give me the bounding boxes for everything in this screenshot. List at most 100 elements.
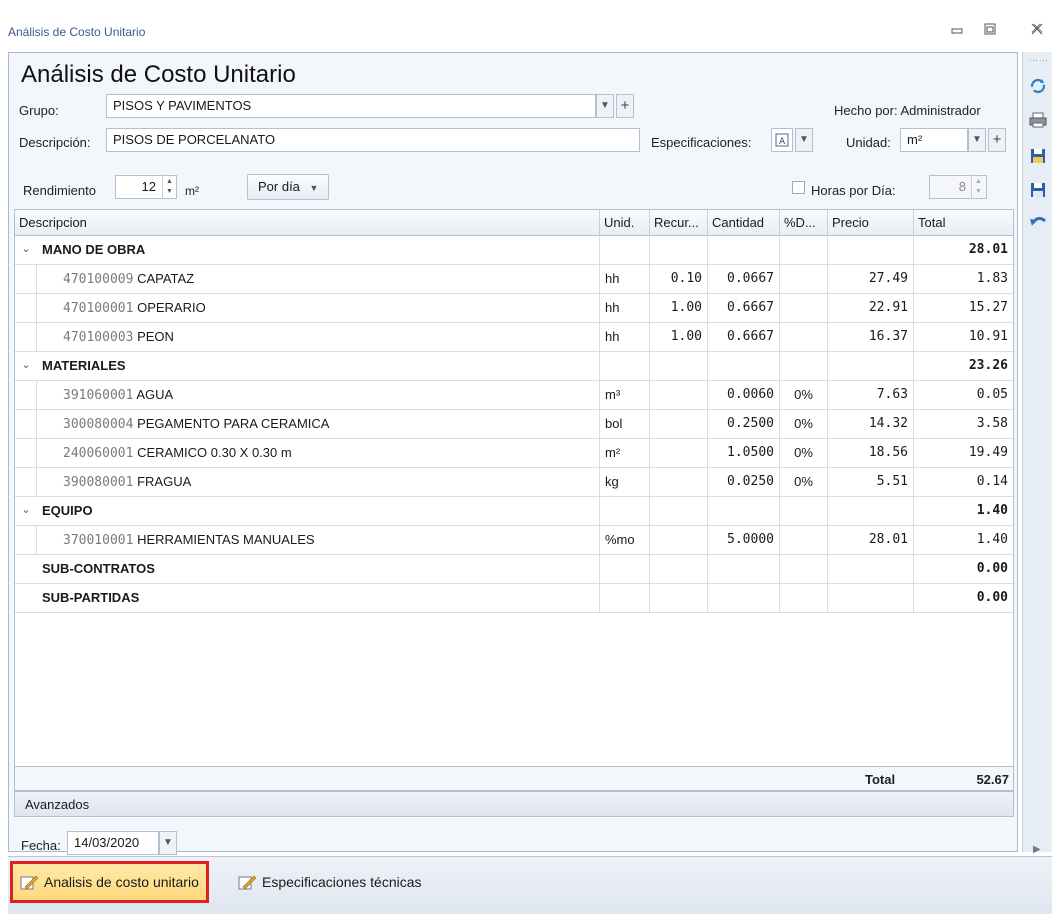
item-unit[interactable]: hh: [600, 265, 650, 293]
group-cell-recur[interactable]: [650, 555, 708, 583]
item-unit[interactable]: m²: [600, 439, 650, 467]
group-cell-unit[interactable]: [600, 236, 650, 264]
group-cell-pct[interactable]: [780, 236, 828, 264]
item-unit[interactable]: m³: [600, 381, 650, 409]
tab-analisis-costo-unitario[interactable]: Analisis de costo unitario: [10, 861, 209, 903]
item-cant[interactable]: 0.6667: [708, 294, 780, 322]
item-precio[interactable]: 16.37: [828, 323, 914, 351]
item-recur[interactable]: [650, 381, 708, 409]
minimize-button[interactable]: [948, 22, 966, 40]
group-name[interactable]: MATERIALES: [37, 352, 600, 380]
restore-button[interactable]: [981, 22, 999, 40]
item-cant[interactable]: 1.0500: [708, 439, 780, 467]
close-button[interactable]: [1028, 22, 1046, 40]
table-row[interactable]: 470100009 CAPATAZ hh 0.10 0.0667 27.49 1.83: [15, 265, 1013, 294]
item-cant[interactable]: 0.6667: [708, 323, 780, 351]
item-unit[interactable]: kg: [600, 468, 650, 496]
item-total[interactable]: 15.27: [914, 294, 1013, 322]
group-row[interactable]: ⌄ MANO DE OBRA 28.01: [15, 236, 1013, 265]
item-pct[interactable]: 0%: [780, 439, 828, 467]
item-description[interactable]: 390080001 FRAGUA: [37, 468, 600, 496]
col-total[interactable]: Total: [914, 210, 1013, 236]
item-precio[interactable]: 5.51: [828, 468, 914, 496]
col-descuento[interactable]: %D...: [780, 210, 828, 236]
group-cell-pct[interactable]: [780, 497, 828, 525]
item-description[interactable]: 470100009 CAPATAZ: [37, 265, 600, 293]
item-total[interactable]: 0.14: [914, 468, 1013, 496]
group-cell-cant[interactable]: [708, 555, 780, 583]
print-button[interactable]: [1028, 110, 1048, 130]
col-cantidad[interactable]: Cantidad: [708, 210, 780, 236]
col-precio[interactable]: Precio: [828, 210, 914, 236]
item-recur[interactable]: [650, 439, 708, 467]
group-total[interactable]: 23.26: [914, 352, 1013, 380]
group-cell-recur[interactable]: [650, 352, 708, 380]
grupo-field[interactable]: PISOS Y PAVIMENTOS: [106, 94, 596, 118]
group-cell-pct[interactable]: [780, 584, 828, 612]
item-total[interactable]: 3.58: [914, 410, 1013, 438]
group-cell-precio[interactable]: [828, 555, 914, 583]
item-description[interactable]: 300080004 PEGAMENTO PARA CERAMICA: [37, 410, 600, 438]
grupo-dropdown-button[interactable]: ▼: [596, 94, 614, 118]
item-cant[interactable]: 0.0060: [708, 381, 780, 409]
group-cell-unit[interactable]: [600, 555, 650, 583]
chevron-down-icon[interactable]: ⌄: [19, 242, 33, 256]
group-row[interactable]: ⌄ EQUIPO 1.40: [15, 497, 1013, 526]
group-cell-pct[interactable]: [780, 352, 828, 380]
col-unid[interactable]: Unid.: [600, 210, 650, 236]
group-cell-pct[interactable]: [780, 555, 828, 583]
fecha-input[interactable]: 14/03/2020: [67, 831, 159, 855]
toolbar-expand-icon[interactable]: ▶: [1033, 844, 1041, 855]
item-cant[interactable]: 0.0250: [708, 468, 780, 496]
item-unit[interactable]: %mo: [600, 526, 650, 554]
table-row[interactable]: 390080001 FRAGUA kg 0.0250 0% 5.51 0.14: [15, 468, 1013, 497]
avanzados-header[interactable]: Avanzados: [14, 791, 1014, 817]
item-recur[interactable]: 1.00: [650, 323, 708, 351]
item-description[interactable]: 391060001 AGUA: [37, 381, 600, 409]
item-precio[interactable]: 22.91: [828, 294, 914, 322]
group-row[interactable]: SUB-CONTRATOS 0.00: [15, 555, 1013, 584]
item-recur[interactable]: 1.00: [650, 294, 708, 322]
group-cell-precio[interactable]: [828, 584, 914, 612]
item-pct[interactable]: 0%: [780, 381, 828, 409]
grupo-add-button[interactable]: +: [616, 94, 634, 118]
item-precio[interactable]: 14.32: [828, 410, 914, 438]
group-total[interactable]: 28.01: [914, 236, 1013, 264]
group-cell-cant[interactable]: [708, 497, 780, 525]
item-total[interactable]: 1.83: [914, 265, 1013, 293]
item-description[interactable]: 370010001 HERRAMIENTAS MANUALES: [37, 526, 600, 554]
item-unit[interactable]: hh: [600, 294, 650, 322]
item-description[interactable]: 240060001 CERAMICO 0.30 X 0.30 m: [37, 439, 600, 467]
item-total[interactable]: 0.05: [914, 381, 1013, 409]
descripcion-field[interactable]: PISOS DE PORCELANATO: [106, 128, 640, 152]
group-cell-cant[interactable]: [708, 352, 780, 380]
tab-especificaciones-tecnicas[interactable]: Especificaciones técnicas: [230, 863, 430, 901]
group-row[interactable]: SUB-PARTIDAS 0.00: [15, 584, 1013, 613]
save-as-button[interactable]: [1028, 146, 1048, 166]
item-pct[interactable]: [780, 526, 828, 554]
item-pct[interactable]: [780, 265, 828, 293]
unidad-add-button[interactable]: +: [988, 128, 1006, 152]
group-name[interactable]: MANO DE OBRA: [37, 236, 600, 264]
undo-button[interactable]: [1028, 212, 1048, 232]
table-row[interactable]: 470100001 OPERARIO hh 1.00 0.6667 22.91 15.27: [15, 294, 1013, 323]
item-precio[interactable]: 18.56: [828, 439, 914, 467]
item-pct[interactable]: [780, 323, 828, 351]
group-cell-unit[interactable]: [600, 584, 650, 612]
refresh-button[interactable]: [1028, 76, 1048, 96]
table-row[interactable]: 470100003 PEON hh 1.00 0.6667 16.37 10.91: [15, 323, 1013, 352]
group-cell-recur[interactable]: [650, 236, 708, 264]
table-row[interactable]: 240060001 CERAMICO 0.30 X 0.30 m m² 1.0500…: [15, 439, 1013, 468]
group-cell-recur[interactable]: [650, 497, 708, 525]
group-cell-precio[interactable]: [828, 236, 914, 264]
periodo-dropdown[interactable]: Por día ▼: [247, 174, 330, 200]
item-recur[interactable]: [650, 468, 708, 496]
item-description[interactable]: 470100001 OPERARIO: [37, 294, 600, 322]
group-row[interactable]: ⌄ MATERIALES 23.26: [15, 352, 1013, 381]
unidad-dropdown-button[interactable]: ▼: [968, 128, 986, 152]
save-button[interactable]: [1028, 180, 1048, 200]
item-total[interactable]: 1.40: [914, 526, 1013, 554]
horas-spinner-icon[interactable]: ▲ ▼: [971, 175, 985, 199]
item-cant[interactable]: 5.0000: [708, 526, 780, 554]
unidad-field[interactable]: m²: [900, 128, 968, 152]
